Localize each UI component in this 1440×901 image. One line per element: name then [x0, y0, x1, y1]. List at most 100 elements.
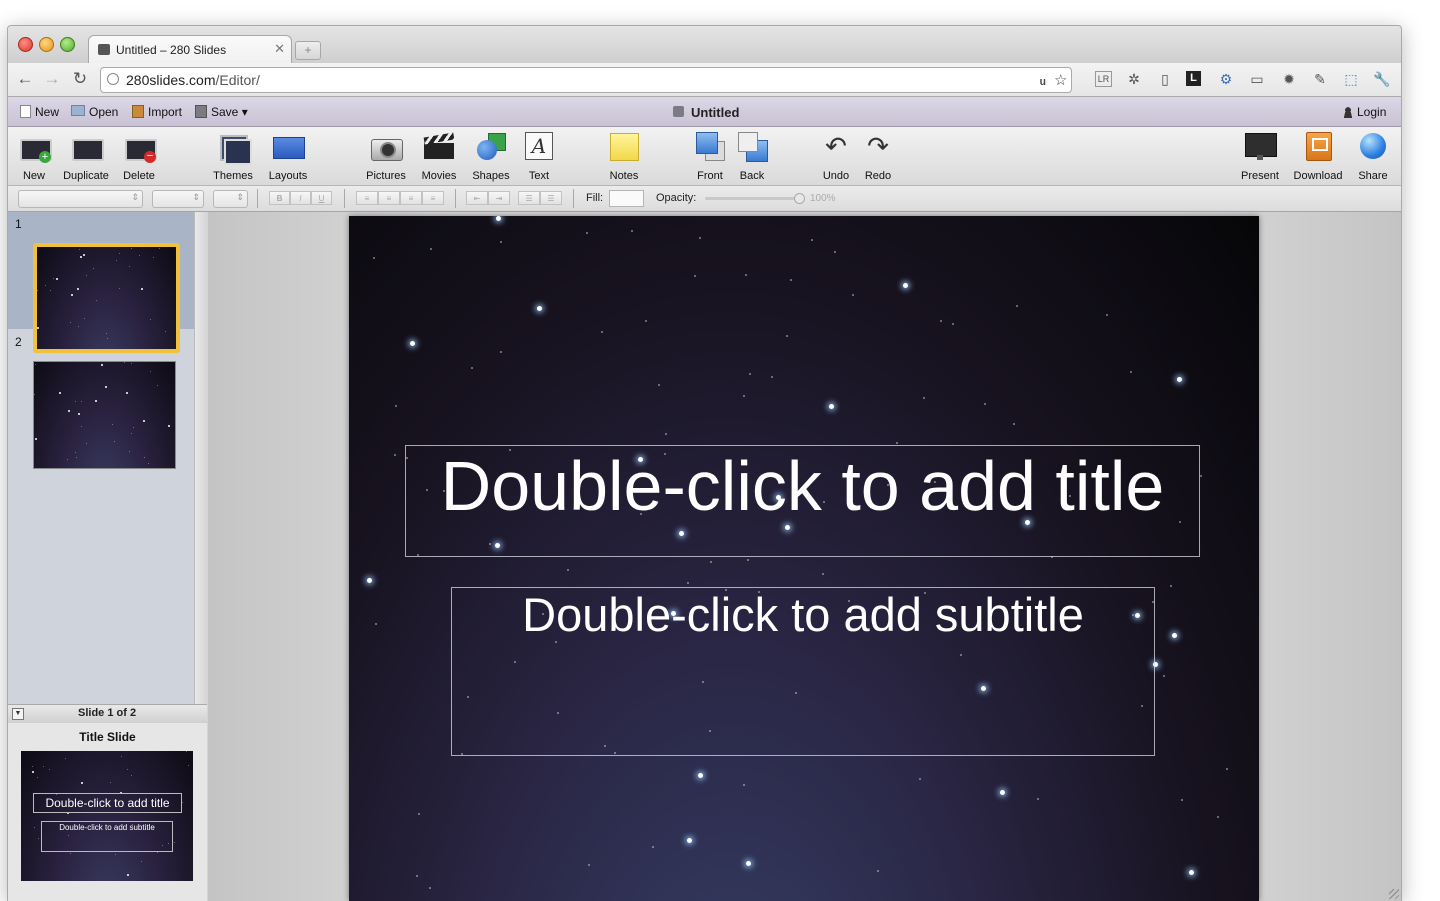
window-minimize-button[interactable]	[39, 37, 54, 52]
send-back-icon	[737, 131, 768, 162]
italic-button[interactable]: I	[290, 191, 311, 205]
justify-button[interactable]: ≡	[422, 191, 444, 205]
star-dot	[631, 230, 633, 232]
slide-thumbnail-2[interactable]	[33, 361, 176, 469]
eyedropper-icon[interactable]: ✎	[1311, 71, 1329, 88]
subtitle-placeholder[interactable]: Double-click to add subtitle	[451, 587, 1155, 756]
bug-icon[interactable]: ✲	[1125, 71, 1143, 88]
slide-editor[interactable]: Double-click to add title Double-click t…	[349, 216, 1259, 901]
star-dot	[131, 775, 132, 776]
star-dot	[834, 251, 836, 253]
star-dot	[43, 766, 44, 767]
pictures-button[interactable]: Pictures	[358, 131, 414, 182]
bullet-list-icon: ☰	[525, 194, 533, 203]
slide-thumbnail-1[interactable]	[33, 243, 180, 353]
text-color-well[interactable]	[213, 190, 248, 208]
extension-u-icon[interactable]: ᵤ	[1040, 71, 1046, 88]
star-dot	[940, 320, 942, 322]
screen-capture-icon[interactable]: ⬚	[1342, 71, 1360, 88]
delete-slide-icon: −	[124, 131, 157, 163]
lastpass-icon[interactable]: LR	[1095, 71, 1112, 87]
star-dot	[121, 756, 122, 757]
back-button[interactable]: ←	[15, 69, 35, 89]
text-button[interactable]: A Text	[511, 131, 567, 182]
menu-save[interactable]: Save ▾	[195, 105, 248, 119]
send-to-back-button[interactable]: Back	[724, 131, 780, 182]
present-button[interactable]: Present	[1232, 131, 1288, 182]
menu-new[interactable]: New	[20, 105, 59, 119]
themes-button[interactable]: Themes	[205, 131, 261, 182]
new-tab-button[interactable]: +	[295, 41, 321, 60]
globe-share-icon	[1358, 131, 1388, 161]
delete-slide-button[interactable]: − Delete	[111, 131, 167, 182]
window-zoom-button[interactable]	[60, 37, 75, 52]
star-dot	[652, 846, 654, 848]
url-text: 280slides.com/Editor/	[126, 72, 260, 88]
star-dot	[395, 405, 397, 407]
redo-button[interactable]: ↷ Redo	[850, 131, 906, 182]
align-left-button[interactable]: ≡	[356, 191, 378, 205]
menu-import[interactable]: Import	[132, 105, 182, 119]
wrench-icon[interactable]: 🔧	[1373, 71, 1391, 88]
indent-button[interactable]: ⇥	[488, 191, 510, 205]
fill-label: Fill:	[586, 192, 604, 204]
align-center-button[interactable]: ≡	[378, 191, 400, 205]
gear-icon[interactable]: ✹	[1280, 71, 1298, 88]
window-close-button[interactable]	[18, 37, 33, 52]
opacity-slider[interactable]	[705, 197, 801, 200]
address-bar[interactable]: 280slides.com/Editor/ ᵤ ☆	[100, 67, 1072, 93]
movies-button[interactable]: Movies	[411, 131, 467, 182]
ruler-icon[interactable]: ▭	[1248, 71, 1266, 88]
reload-button[interactable]: ↻	[70, 69, 90, 89]
star-dot	[1177, 377, 1182, 382]
star-dot	[35, 364, 36, 365]
fill-color-well[interactable]	[609, 190, 644, 207]
share-button[interactable]: Share	[1345, 131, 1401, 182]
font-family-select[interactable]	[18, 190, 143, 208]
star-dot	[38, 838, 39, 839]
outdent-icon: ⇤	[473, 194, 481, 203]
extension-l-icon[interactable]: L	[1186, 71, 1201, 86]
resize-grip-icon[interactable]	[1389, 889, 1399, 899]
login-button[interactable]: Login	[1343, 105, 1386, 119]
menu-open[interactable]: Open	[71, 105, 118, 119]
star-dot	[53, 278, 54, 279]
align-right-button[interactable]: ≡	[400, 191, 422, 205]
align-center-icon: ≡	[386, 194, 392, 203]
star-dot	[37, 777, 38, 778]
layout-preview[interactable]: Double-click to add title Double-click t…	[21, 751, 193, 881]
collapse-panel-icon[interactable]: ▼	[12, 708, 24, 720]
star-dot	[143, 420, 145, 422]
duplicate-button[interactable]: Duplicate	[58, 131, 114, 182]
star-dot	[32, 771, 34, 773]
download-button[interactable]: Download	[1290, 131, 1346, 182]
star-dot	[101, 364, 103, 366]
browser-window: Untitled – 280 Slides ✕ + ← → ↻ 280slide…	[7, 25, 1402, 901]
outdent-button[interactable]: ⇤	[466, 191, 488, 205]
numbered-list-button[interactable]: ☰	[540, 191, 562, 205]
tab-close-icon[interactable]: ✕	[274, 41, 285, 57]
bold-button[interactable]: B	[269, 191, 290, 205]
bullet-list-button[interactable]: ☰	[518, 191, 540, 205]
share-label: Share	[1358, 170, 1388, 182]
notes-button[interactable]: Notes	[596, 131, 652, 182]
title-placeholder[interactable]: Double-click to add title	[405, 445, 1200, 557]
layouts-button[interactable]: Layouts	[260, 131, 316, 182]
forward-button[interactable]: →	[42, 69, 62, 89]
new-slide-button[interactable]: + New	[8, 131, 62, 182]
browser-tab[interactable]: Untitled – 280 Slides ✕	[88, 35, 292, 64]
page-icon[interactable]: ▯	[1156, 71, 1174, 88]
star-dot	[68, 410, 70, 412]
navigator-scrollbar[interactable]	[194, 212, 208, 704]
bookmark-star-icon[interactable]: ☆	[1054, 71, 1067, 89]
translate-icon[interactable]: ⚙	[1217, 71, 1235, 88]
star-dot	[375, 623, 377, 625]
camera-icon	[371, 131, 403, 161]
font-size-select[interactable]	[152, 190, 204, 208]
star-dot	[131, 363, 132, 364]
star-dot	[110, 782, 111, 783]
opacity-slider-knob[interactable]	[794, 193, 805, 204]
undo-arrow-icon: ↶	[825, 131, 847, 161]
underline-button[interactable]: U	[311, 191, 332, 205]
document-title: Untitled	[691, 105, 740, 120]
